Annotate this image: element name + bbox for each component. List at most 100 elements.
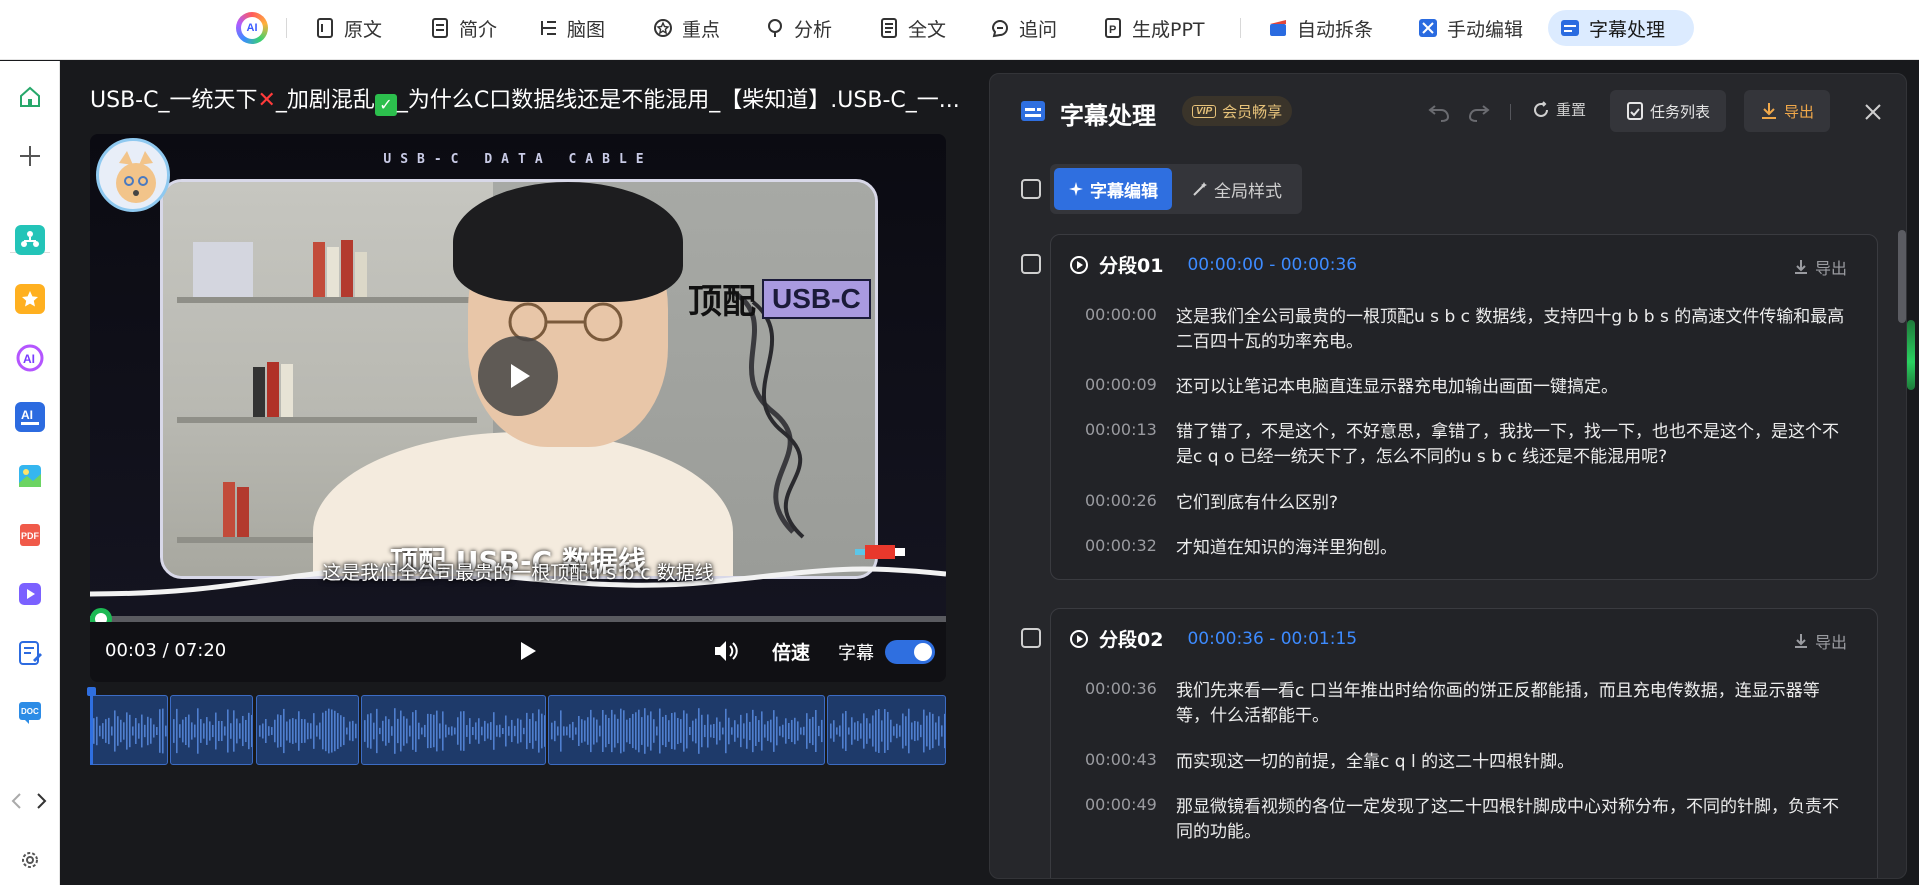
side-scroll-indicator[interactable] xyxy=(1907,320,1915,390)
star-app-icon[interactable] xyxy=(15,284,45,314)
tool-analysis[interactable]: 分析 xyxy=(753,10,844,46)
cable-plug-illustration xyxy=(855,545,905,559)
play-button[interactable] xyxy=(515,638,541,664)
download-icon xyxy=(1794,260,1807,274)
line-text[interactable]: 这是我们全公司最贵的一根顶配u s b c 数据线，支持四十g b b s 的高… xyxy=(1176,305,1846,355)
line-text[interactable]: 错了错了，不是这个，不好意思，拿错了，我找一下，找一下，也也不是这个，是这个不是… xyxy=(1176,420,1846,470)
tool-mindmap[interactable]: 脑图 xyxy=(526,10,617,46)
segment-time-range: 00:00:00 - 00:00:36 xyxy=(1187,254,1358,275)
timeline-clip[interactable] xyxy=(548,695,825,765)
line-timestamp: 00:00:36 xyxy=(1085,679,1157,698)
tool-manual-edit[interactable]: 手动编辑 xyxy=(1406,10,1535,46)
home-icon[interactable] xyxy=(15,82,45,112)
tab-label: 全局样式 xyxy=(1214,181,1282,202)
ai-assistant-icon[interactable]: AI xyxy=(15,343,45,373)
redo-icon[interactable] xyxy=(1467,100,1491,124)
line-timestamp: 00:00:00 xyxy=(1085,305,1157,324)
line-text[interactable]: 我们先来看一看c 口当年推出时给你画的饼正反都能插，而且充电传数据，连显示器等等… xyxy=(1176,679,1846,729)
svg-text:PDF: PDF xyxy=(21,531,40,541)
vip-badge[interactable]: VIP 会员畅享 xyxy=(1182,96,1293,126)
svg-text:AI: AI xyxy=(23,352,35,366)
tool-original[interactable]: 原文 xyxy=(303,10,394,46)
star-circle-icon xyxy=(653,18,673,38)
ai-book-icon[interactable]: AI xyxy=(15,402,45,432)
task-list-button[interactable]: 任务列表 xyxy=(1610,90,1727,132)
logo-text: AI xyxy=(241,17,263,39)
play-overlay-button[interactable] xyxy=(478,336,558,416)
line-text[interactable]: 还可以让笔记本电脑直连显示器充电加输出画面一键搞定。 xyxy=(1176,375,1846,400)
list-document-icon xyxy=(430,18,450,38)
waveform xyxy=(93,708,167,754)
tool-label: 原文 xyxy=(344,18,383,41)
tool-summary[interactable]: 简介 xyxy=(418,10,509,46)
check-mark-icon: ✓ xyxy=(374,94,397,116)
line-text[interactable]: 它们到底有什么区别? xyxy=(1176,491,1846,516)
waveform xyxy=(259,708,357,754)
segment-header: 分段01 00:00:00 - 00:00:36 xyxy=(1069,251,1357,278)
tool-label: 手动编辑 xyxy=(1447,18,1524,41)
select-all-checkbox[interactable] xyxy=(1021,179,1041,199)
reset-button[interactable]: 重置 xyxy=(1532,99,1586,120)
video-frame[interactable]: USB-C DATA CABLE 顶配 USB-C 顶配 USB-C 数据线 这… xyxy=(90,134,946,616)
pdf-icon[interactable]: PDF xyxy=(15,520,45,550)
play-circle-icon[interactable] xyxy=(1069,255,1089,275)
line-timestamp: 00:00:13 xyxy=(1085,420,1157,439)
tool-highlights[interactable]: 重点 xyxy=(641,10,732,46)
tool-label: 追问 xyxy=(1019,18,1058,41)
close-icon[interactable] xyxy=(1861,100,1885,124)
tree-app-icon[interactable] xyxy=(15,225,45,255)
undo-icon[interactable] xyxy=(1427,100,1451,124)
subtitle-toggle[interactable] xyxy=(885,640,935,664)
video-app-icon[interactable] xyxy=(15,579,45,609)
segment-checkbox[interactable] xyxy=(1021,628,1041,648)
tool-subtitle-processing[interactable]: 字幕处理 xyxy=(1548,10,1694,46)
subtitle-panel: 字幕处理 VIP 会员畅享 重置 任务列表 导出 字幕编辑 全局样式 分段01 xyxy=(989,73,1907,879)
overlay-tag-text: 顶配 xyxy=(688,282,756,322)
timeline-clip[interactable] xyxy=(361,695,546,765)
edit-doc-icon[interactable] xyxy=(15,638,45,668)
timeline-clip[interactable] xyxy=(827,695,946,765)
header-divider xyxy=(1510,104,1511,120)
tool-label: 全文 xyxy=(908,18,947,41)
tool-generate-ppt[interactable]: P 生成PPT xyxy=(1091,10,1217,46)
tool-fulltext[interactable]: 全文 xyxy=(867,10,958,46)
scissors-icon xyxy=(1418,18,1438,38)
chevron-right-icon[interactable] xyxy=(32,786,52,816)
speed-button[interactable]: 倍速 xyxy=(772,638,810,665)
volume-icon[interactable] xyxy=(712,638,740,664)
plus-icon[interactable] xyxy=(15,141,45,171)
segment-checkbox[interactable] xyxy=(1021,254,1041,274)
line-text[interactable]: 那显微镜看视频的各位一定发现了这二十四根针脚成中心对称分布，不同的针脚，负责不同… xyxy=(1176,795,1846,845)
timeline-clip[interactable] xyxy=(256,695,359,765)
segment-export-button[interactable]: 导出 xyxy=(1793,629,1847,653)
chevron-left-icon[interactable] xyxy=(6,786,26,816)
download-icon xyxy=(1794,634,1807,648)
line-text[interactable]: 而实现这一切的前提，全靠c q l 的这二十四根针脚。 xyxy=(1176,750,1846,775)
settings-gear-icon[interactable] xyxy=(15,845,45,875)
tab-subtitle-edit[interactable]: 字幕编辑 xyxy=(1054,168,1172,210)
panel-title: 字幕处理 xyxy=(1060,102,1156,130)
tab-global-style[interactable]: 全局样式 xyxy=(1178,168,1296,210)
ppt-icon: P xyxy=(1103,18,1123,38)
download-icon xyxy=(1762,103,1776,119)
tool-label: 自动拆条 xyxy=(1297,18,1374,41)
doc-app-icon[interactable]: DOC xyxy=(15,697,45,727)
clapperboard-icon xyxy=(1268,18,1288,38)
export-button[interactable]: 导出 xyxy=(1744,90,1831,132)
clip-timeline[interactable] xyxy=(87,687,946,765)
play-circle-icon[interactable] xyxy=(1069,629,1089,649)
line-text[interactable]: 才知道在知识的海洋里狗刨。 xyxy=(1176,536,1846,561)
panel-scrollbar[interactable] xyxy=(1898,230,1906,323)
subtitle-segment: 分段02 00:00:36 - 00:01:15 导出 00:00:36 我们先来… xyxy=(1050,608,1878,878)
tool-followup[interactable]: 追问 xyxy=(978,10,1069,46)
video-title: USB-C_一统天下✕_加剧混乱 ✓ _为什么C口数据线还是不能混用_【柴知道】.U… xyxy=(90,82,980,116)
timeline-clip[interactable] xyxy=(170,695,253,765)
svg-text:P: P xyxy=(1109,24,1116,36)
segment-export-button[interactable]: 导出 xyxy=(1793,255,1847,279)
app-logo[interactable]: AI xyxy=(236,12,268,44)
tool-auto-split[interactable]: 自动拆条 xyxy=(1256,10,1385,46)
timeline-clip[interactable] xyxy=(90,695,168,765)
image-app-icon[interactable] xyxy=(15,461,45,491)
timeline-playhead[interactable] xyxy=(87,687,96,765)
line-timestamp: 00:00:26 xyxy=(1085,491,1157,510)
